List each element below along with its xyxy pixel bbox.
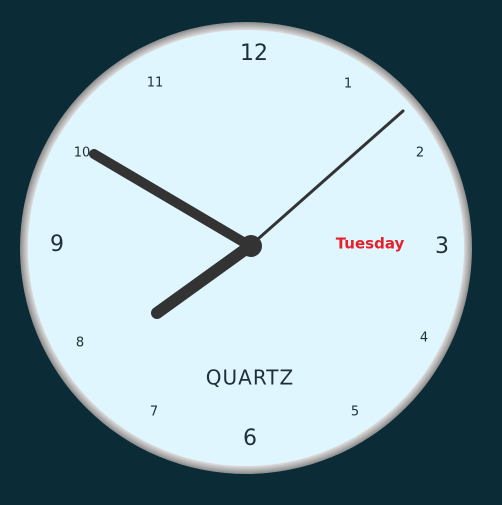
numeral-7: 7 (150, 405, 158, 420)
numeral-8: 8 (76, 336, 84, 351)
numeral-10: 10 (74, 146, 91, 161)
numeral-6: 6 (243, 426, 257, 451)
numeral-12: 12 (240, 41, 268, 66)
numeral-3: 3 (435, 234, 449, 259)
numeral-11: 11 (147, 76, 164, 91)
brand-label: QUARTZ (206, 366, 294, 390)
day-of-week-label: Tuesday (336, 235, 405, 253)
numeral-5: 5 (351, 405, 359, 420)
center-cap (240, 235, 262, 257)
analog-clock: 12 1 2 3 4 5 6 7 8 9 10 11 Tuesday QUART… (20, 22, 472, 474)
numeral-2: 2 (416, 146, 424, 161)
clock-screen: 12 1 2 3 4 5 6 7 8 9 10 11 Tuesday QUART… (0, 0, 502, 500)
numeral-9: 9 (50, 232, 64, 257)
numeral-1: 1 (344, 77, 352, 92)
numeral-4: 4 (420, 331, 428, 346)
